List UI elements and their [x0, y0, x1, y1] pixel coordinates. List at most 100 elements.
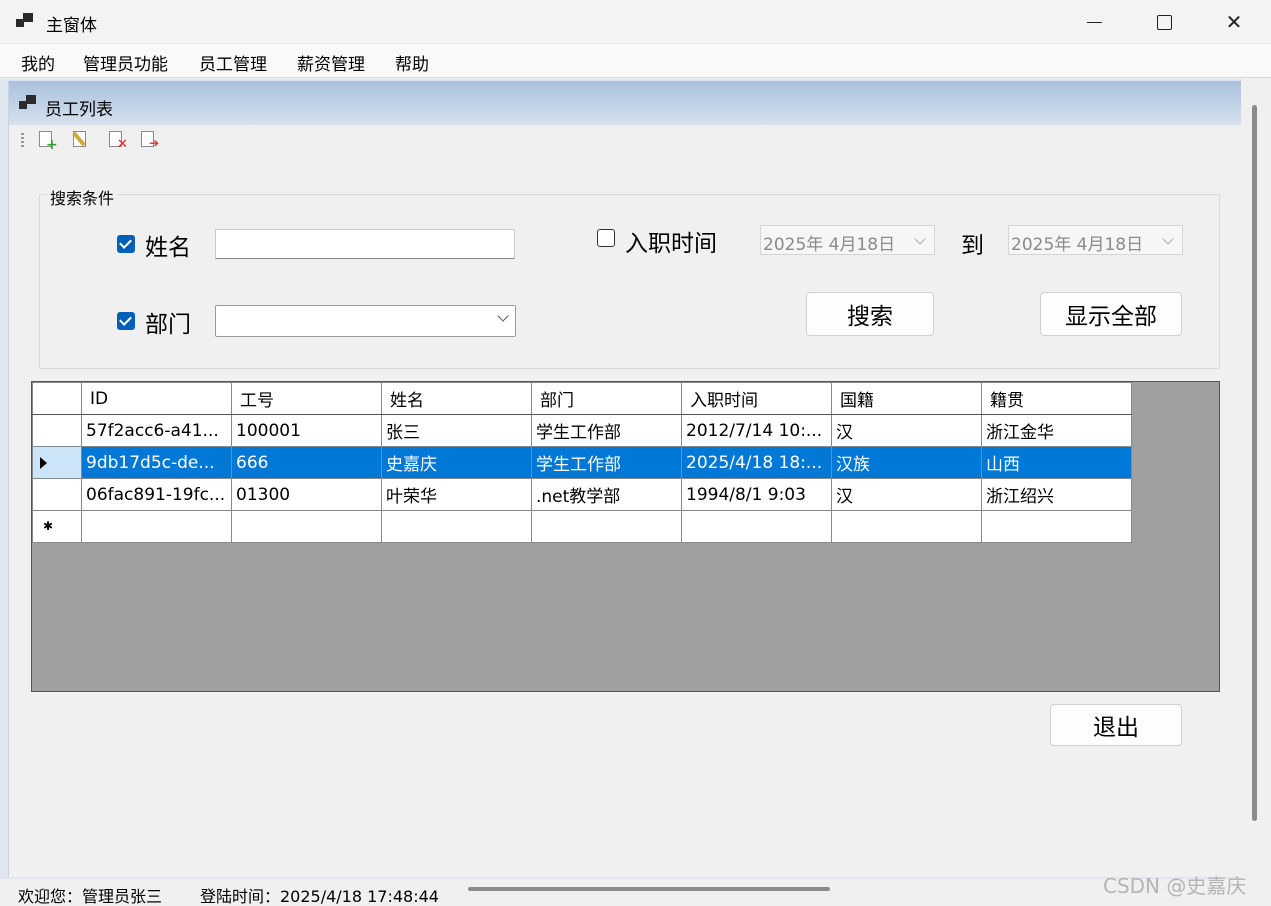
table-row[interactable]: 06fac891-19fc... 01300 叶荣华 .net教学部 1994/… [32, 478, 1132, 511]
mdi-area: 员工列表 + ✕ ➔ 搜索条件 姓名 部门 入职时间 2025年 4月18日 到… [0, 79, 1271, 879]
cell-nationality[interactable]: 汉 [831, 478, 982, 511]
cell-employee-no[interactable]: 666 [231, 446, 382, 479]
date-from-value: 2025年 4月18日 [763, 235, 896, 255]
cell-hire-date[interactable]: 1994/8/1 9:03 [681, 478, 832, 511]
cell-empty[interactable] [831, 510, 982, 543]
employee-list-window: 员工列表 + ✕ ➔ 搜索条件 姓名 部门 入职时间 2025年 4月18日 到… [8, 81, 1242, 877]
cell-empty[interactable] [381, 510, 532, 543]
export-icon[interactable]: ➔ [139, 130, 159, 150]
cell-name[interactable]: 张三 [381, 414, 532, 447]
edit-icon[interactable] [71, 130, 91, 150]
column-header-hire-date[interactable]: 入职时间 [681, 382, 832, 415]
cell-department[interactable]: .net教学部 [531, 478, 682, 511]
column-header-id[interactable]: ID [81, 382, 232, 415]
toolbar-grip[interactable] [21, 133, 24, 147]
welcome-text: 欢迎您：管理员张三 [18, 887, 163, 906]
menu-admin-functions[interactable]: 管理员功能 [79, 50, 172, 75]
column-header-department[interactable]: 部门 [531, 382, 682, 415]
cell-empty[interactable] [981, 510, 1132, 543]
watermark: CSDN @史嘉庆 [1103, 874, 1247, 898]
cell-empty[interactable] [681, 510, 832, 543]
cell-native-place[interactable]: 山西 [981, 446, 1132, 479]
minimize-icon [1086, 21, 1102, 23]
chevron-down-icon [1162, 233, 1174, 245]
show-all-button[interactable]: 显示全部 [1040, 292, 1182, 336]
new-row-star-icon: ✱ [43, 519, 54, 533]
menu-my[interactable]: 我的 [17, 50, 59, 75]
cell-hire-date[interactable]: 2012/7/14 10:... [681, 414, 832, 447]
menu-bar: 我的 管理员功能 员工管理 薪资管理 帮助 [0, 44, 1271, 78]
window-title: 主窗体 [46, 16, 97, 36]
menu-salary-management[interactable]: 薪资管理 [293, 50, 369, 75]
cell-id[interactable]: 9db17d5c-de... [81, 446, 232, 479]
column-header-name[interactable]: 姓名 [381, 382, 532, 415]
cell-name[interactable]: 史嘉庆 [381, 446, 532, 479]
date-from-picker[interactable]: 2025年 4月18日 [760, 225, 935, 255]
child-window-icon [19, 95, 37, 111]
row-header[interactable] [32, 446, 82, 479]
menu-employee-management[interactable]: 员工管理 [195, 50, 271, 75]
column-header-native-place[interactable]: 籍贯 [981, 382, 1132, 415]
cell-empty[interactable] [81, 510, 232, 543]
employee-grid[interactable]: ID 工号 姓名 部门 入职时间 国籍 籍贯 57f2acc6-a41... 1… [31, 381, 1220, 692]
horizontal-scrollbar[interactable] [468, 887, 830, 891]
name-checkbox[interactable] [117, 235, 135, 253]
cell-nationality[interactable]: 汉 [831, 414, 982, 447]
grid-header-row: ID 工号 姓名 部门 入职时间 国籍 籍贯 [32, 382, 1132, 415]
add-icon[interactable]: + [37, 130, 58, 152]
row-header-corner [32, 382, 82, 415]
minimize-button[interactable] [1059, 0, 1129, 44]
table-row-selected[interactable]: 9db17d5c-de... 666 史嘉庆 学生工作部 2025/4/18 1… [32, 446, 1132, 479]
scrollbar-thumb[interactable] [1252, 105, 1257, 821]
column-header-nationality[interactable]: 国籍 [831, 382, 982, 415]
row-header[interactable]: ✱ [32, 510, 82, 543]
cell-department[interactable]: 学生工作部 [531, 414, 682, 447]
cell-nationality[interactable]: 汉族 [831, 446, 982, 479]
chevron-down-icon [497, 310, 509, 322]
hire-date-checkbox[interactable] [597, 229, 615, 247]
exit-button[interactable]: 退出 [1050, 704, 1182, 746]
menu-help[interactable]: 帮助 [391, 50, 433, 75]
maximize-button[interactable] [1129, 0, 1199, 44]
cell-id[interactable]: 57f2acc6-a41... [81, 414, 232, 447]
to-label: 到 [961, 233, 984, 259]
maximize-icon [1156, 14, 1172, 30]
chevron-down-icon [914, 233, 926, 245]
child-window-title: 员工列表 [45, 100, 113, 120]
new-row[interactable]: ✱ [32, 510, 1132, 543]
search-button[interactable]: 搜索 [806, 292, 934, 336]
row-header[interactable] [32, 414, 82, 447]
search-group-title: 搜索条件 [47, 185, 118, 209]
close-button[interactable]: ✕ [1199, 0, 1269, 44]
cell-department[interactable]: 学生工作部 [531, 446, 682, 479]
department-select[interactable] [215, 305, 516, 337]
cell-name[interactable]: 叶荣华 [381, 478, 532, 511]
search-group [39, 194, 1220, 369]
row-header[interactable] [32, 478, 82, 511]
department-label: 部门 [145, 312, 191, 338]
name-label: 姓名 [145, 235, 191, 261]
cell-employee-no[interactable]: 100001 [231, 414, 382, 447]
department-checkbox[interactable] [117, 312, 135, 330]
column-header-employee-no[interactable]: 工号 [231, 382, 382, 415]
child-title-bar: 员工列表 [9, 81, 1242, 125]
cell-empty[interactable] [531, 510, 682, 543]
cell-native-place[interactable]: 浙江绍兴 [981, 478, 1132, 511]
name-input[interactable] [215, 229, 515, 259]
delete-icon[interactable]: ✕ [107, 130, 128, 151]
cell-empty[interactable] [231, 510, 382, 543]
hire-date-label: 入职时间 [625, 231, 717, 257]
status-bar: 欢迎您：管理员张三 登陆时间：2025/4/18 17:48:44 [0, 879, 1271, 906]
title-bar: 主窗体 ✕ [0, 0, 1271, 44]
date-to-picker[interactable]: 2025年 4月18日 [1008, 225, 1183, 255]
cell-native-place[interactable]: 浙江金华 [981, 414, 1132, 447]
close-icon: ✕ [1225, 10, 1243, 34]
current-row-arrow-icon [40, 457, 47, 469]
cell-hire-date[interactable]: 2025/4/18 18:... [681, 446, 832, 479]
toolbar: + ✕ ➔ [9, 125, 1242, 155]
table-row[interactable]: 57f2acc6-a41... 100001 张三 学生工作部 2012/7/1… [32, 414, 1132, 447]
cell-employee-no[interactable]: 01300 [231, 478, 382, 511]
vertical-scrollbar[interactable] [1241, 79, 1271, 879]
app-icon [16, 13, 34, 29]
cell-id[interactable]: 06fac891-19fc... [81, 478, 232, 511]
